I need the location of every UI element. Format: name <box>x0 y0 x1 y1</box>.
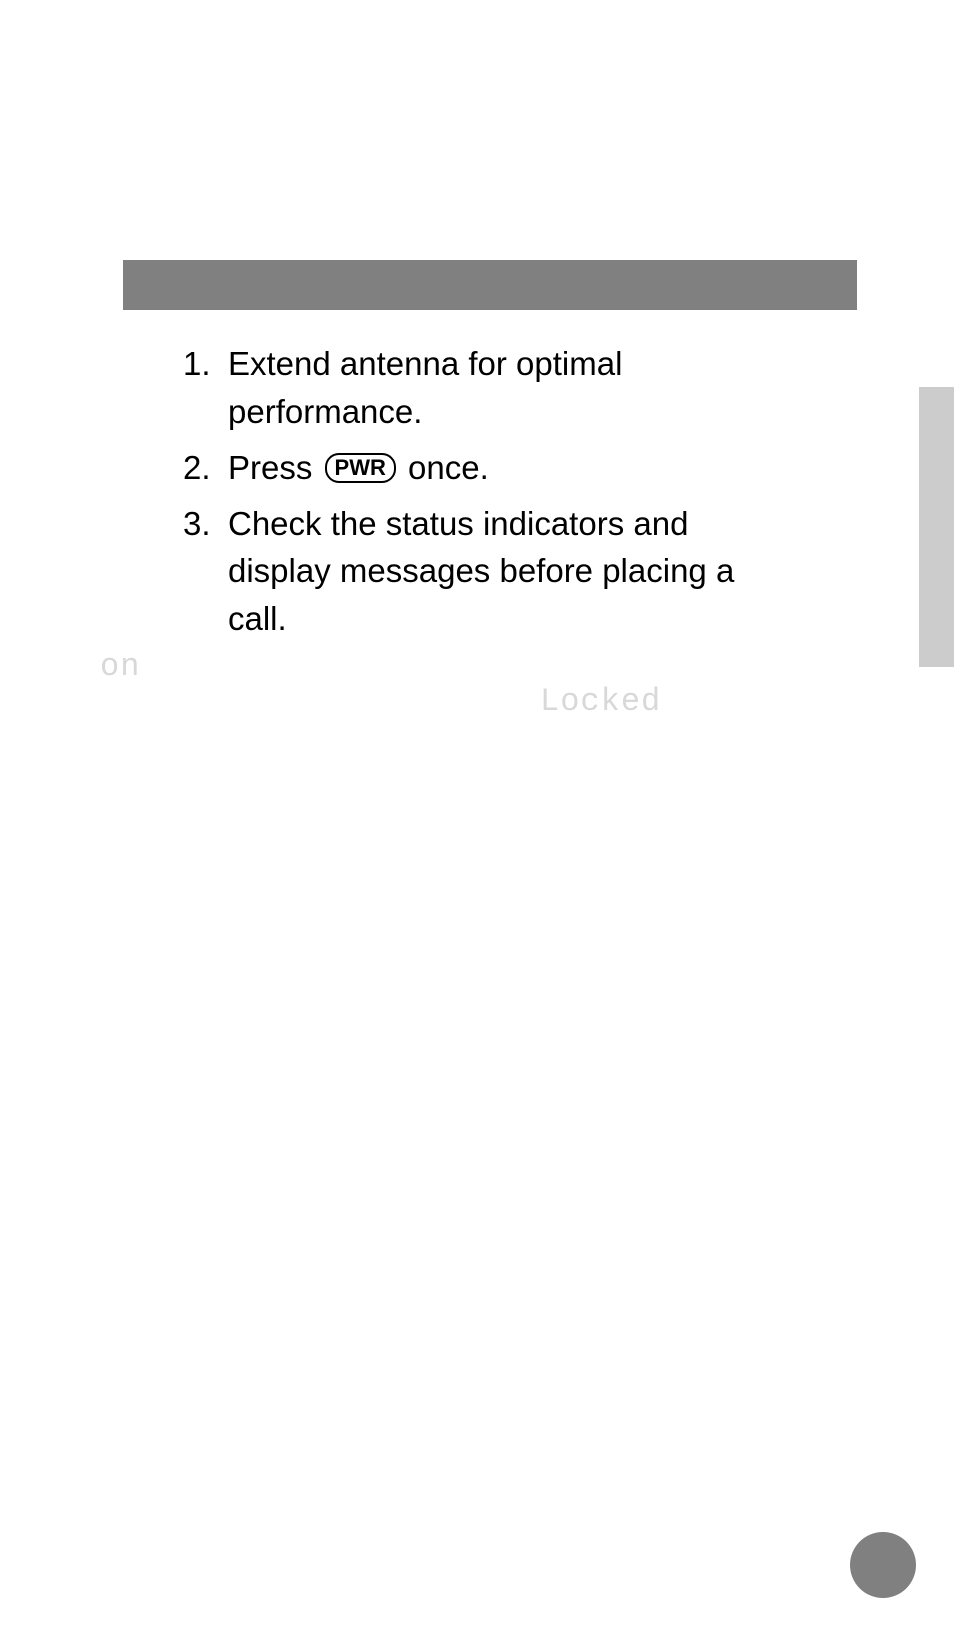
pwr-button-icon: PWR <box>325 453 396 483</box>
step-text: Extend antenna for optimal performance. <box>228 340 793 436</box>
step-number: 1. <box>183 340 228 436</box>
step-text: Press PWR once. <box>228 444 793 492</box>
step-1: 1. Extend antenna for optimal performanc… <box>183 340 793 436</box>
step-text-after: once. <box>399 449 489 486</box>
side-tab <box>919 387 954 667</box>
header-bar <box>123 260 857 310</box>
step-2: 2. Press PWR once. <box>183 444 793 492</box>
step-text: Check the status indicators and display … <box>228 500 793 644</box>
page-number-circle <box>850 1532 916 1598</box>
faded-text-on: on <box>100 648 140 685</box>
faded-text-locked: Locked <box>540 683 661 720</box>
step-number: 2. <box>183 444 228 492</box>
step-text-before: Press <box>228 449 322 486</box>
step-3: 3. Check the status indicators and displ… <box>183 500 793 644</box>
instruction-list: 1. Extend antenna for optimal performanc… <box>183 340 793 651</box>
step-number: 3. <box>183 500 228 644</box>
